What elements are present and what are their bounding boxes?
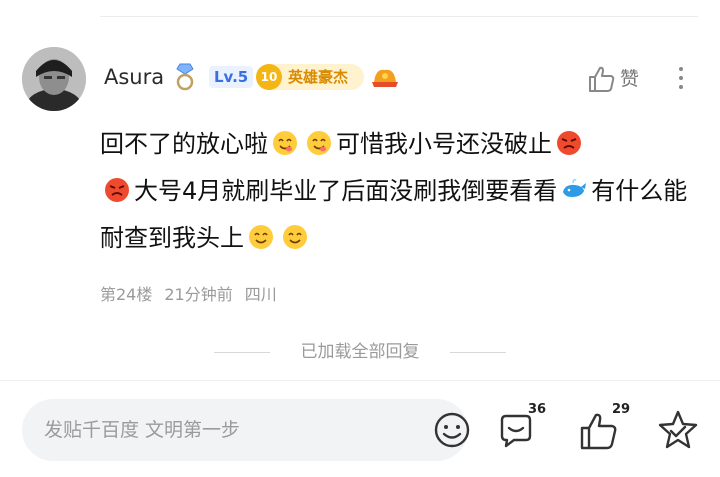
yum-face-icon xyxy=(307,131,331,155)
favorite-star-icon[interactable] xyxy=(656,408,700,452)
yum-face-icon xyxy=(273,131,297,155)
honor-badge: 10 英雄豪杰 xyxy=(256,64,364,90)
like-button[interactable]: 赞 xyxy=(586,62,646,96)
comment-count: 36 xyxy=(528,402,547,417)
ring-icon xyxy=(176,63,194,91)
emoji-picker-icon[interactable] xyxy=(432,410,472,450)
smile-face-icon xyxy=(283,225,307,249)
reply-input[interactable]: 发贴千百度 文明第一步 xyxy=(22,399,470,461)
thumbs-up-icon xyxy=(589,66,615,92)
comment-text: 回不了的放心啦 可惜我小号还没破止 大号4月就刷毕业了后面没刷我倒要看看 有什么能耐查… xyxy=(100,121,700,262)
angry-face-icon xyxy=(105,178,129,202)
smile-face-icon xyxy=(249,225,273,249)
divider-line-left xyxy=(214,352,270,353)
comment-text-part: 大号4月就刷毕业了后面没刷我倒要看看 xyxy=(134,177,558,205)
comments-button[interactable]: 36 xyxy=(496,400,556,456)
more-options-icon[interactable] xyxy=(670,64,692,94)
all-loaded-text: 已加载全部回复 xyxy=(300,342,420,362)
comment-text-part: 回不了的放心啦 xyxy=(100,130,268,158)
top-divider xyxy=(100,16,698,17)
honor-title: 英雄豪杰 xyxy=(288,68,349,86)
like-count: 29 xyxy=(612,402,631,417)
post-location: 四川 xyxy=(244,285,277,304)
reply-input-placeholder: 发贴千百度 文明第一步 xyxy=(44,419,241,441)
username[interactable]: Asura xyxy=(104,63,164,91)
angry-face-icon xyxy=(557,131,581,155)
post-time: 21分钟前 xyxy=(164,285,233,304)
hat-icon xyxy=(372,69,398,87)
avatar[interactable] xyxy=(22,47,86,111)
bottom-bar-divider xyxy=(0,380,720,381)
divider-line-right xyxy=(450,352,506,353)
like-label: 赞 xyxy=(620,68,640,90)
avatar-photo xyxy=(22,47,86,111)
comment-text-part: 可惜我小号还没破止 xyxy=(336,130,552,158)
floor-number: 第24楼 xyxy=(100,285,153,304)
whale-icon xyxy=(563,179,587,197)
post-meta: 第24楼 21分钟前 四川 xyxy=(100,283,289,307)
level-badge: Lv.5 xyxy=(209,66,254,88)
thread-like-button[interactable]: 29 xyxy=(578,400,638,456)
all-loaded-indicator: 已加载全部回复 xyxy=(214,339,506,365)
honor-level-icon: 10 xyxy=(256,64,282,90)
